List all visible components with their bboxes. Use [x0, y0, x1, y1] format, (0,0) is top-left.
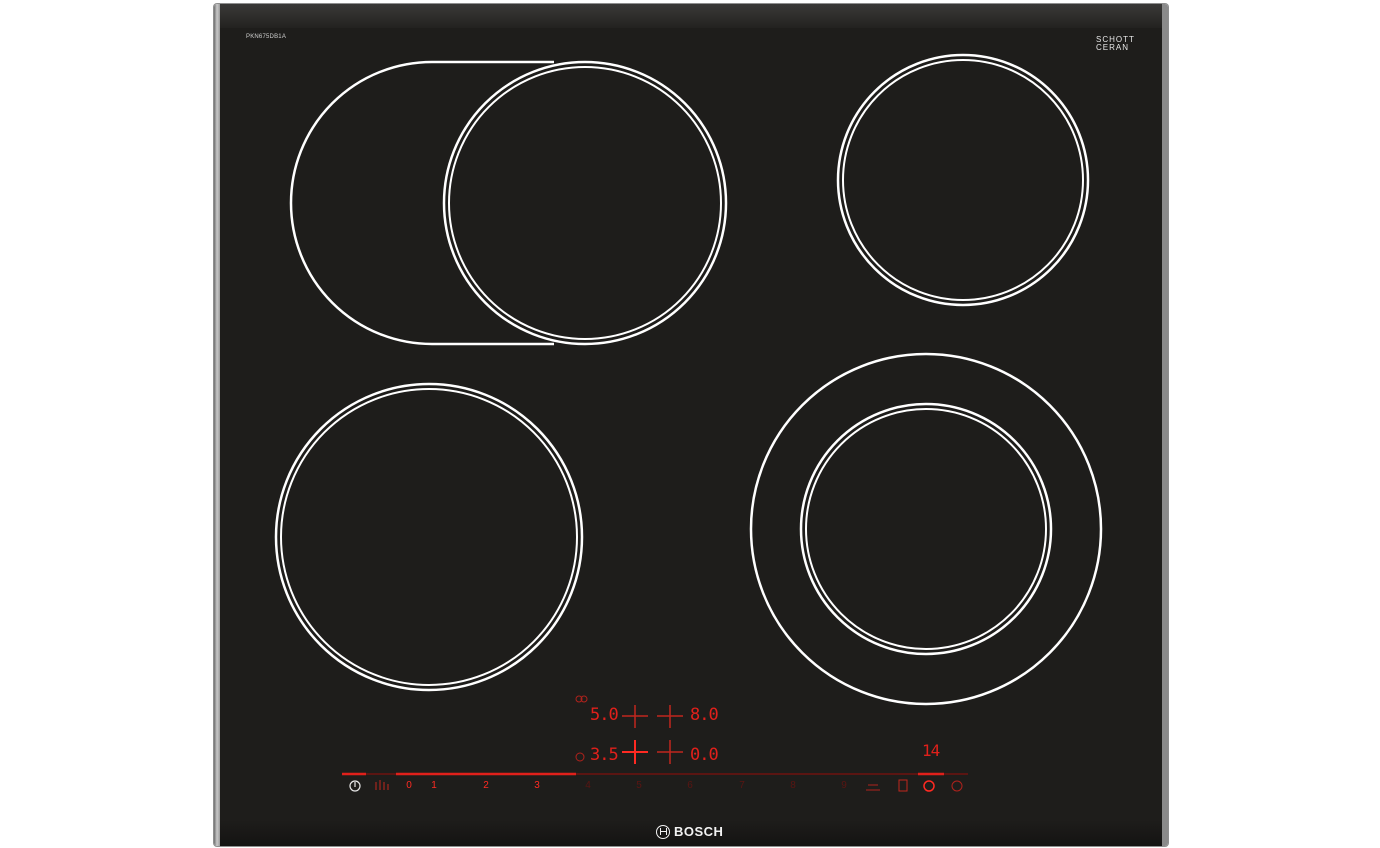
display-back-right: 8.0 — [690, 705, 719, 725]
boost-icon[interactable] — [375, 780, 389, 790]
timer-small-icon — [575, 752, 585, 762]
display-front-right: 0.0 — [690, 745, 719, 765]
zone-indicators — [622, 705, 683, 764]
power-level-8[interactable]: 8 — [784, 780, 802, 791]
settings-small-icon[interactable] — [866, 784, 880, 791]
display-timer: 14 — [922, 741, 940, 760]
zone-back-left-outer-ring — [442, 60, 728, 346]
power-level-4[interactable]: 4 — [579, 780, 597, 791]
display-back-left: 5.0 — [590, 705, 619, 725]
power-level-5[interactable]: 5 — [630, 780, 648, 791]
zone-front-left-outer-ring — [274, 382, 584, 692]
zone-indicator-back-right[interactable] — [657, 705, 683, 728]
power-level-7[interactable]: 7 — [733, 780, 751, 791]
power-level-0[interactable]: 0 — [400, 780, 418, 791]
power-level-3[interactable]: 3 — [528, 780, 546, 791]
zone-front-right-outer-ring — [749, 352, 1103, 706]
zone-front-left-inner-ring — [280, 388, 578, 686]
keep-warm-icon[interactable] — [898, 779, 908, 792]
power-level-2[interactable]: 2 — [477, 780, 495, 791]
zone-front-right-inner-ring-b — [805, 408, 1047, 650]
bosch-logo-icon — [656, 824, 670, 839]
zone-front-right-inner-ring-a — [799, 402, 1053, 656]
zone-indicator-front-left[interactable] — [622, 740, 648, 764]
power-level-6[interactable]: 6 — [681, 780, 699, 791]
timer-icon[interactable] — [923, 780, 935, 792]
bosch-wordmark: BOSCH — [674, 824, 724, 839]
display-front-left: 3.5 — [590, 745, 619, 765]
zone-indicator-front-right[interactable] — [657, 740, 683, 764]
bosch-brand: BOSCH — [656, 824, 723, 839]
power-level-9[interactable]: 9 — [835, 780, 853, 791]
power-level-1[interactable]: 1 — [425, 780, 443, 791]
zone-back-right-outer-ring — [836, 53, 1090, 307]
zone-back-right-inner-ring — [842, 59, 1084, 301]
zone-back-left-inner-ring — [448, 66, 722, 340]
zone-indicator-back-left[interactable] — [622, 705, 648, 728]
zone-back-left-extension-outline — [289, 60, 554, 346]
stopwatch-icon[interactable] — [951, 780, 963, 792]
